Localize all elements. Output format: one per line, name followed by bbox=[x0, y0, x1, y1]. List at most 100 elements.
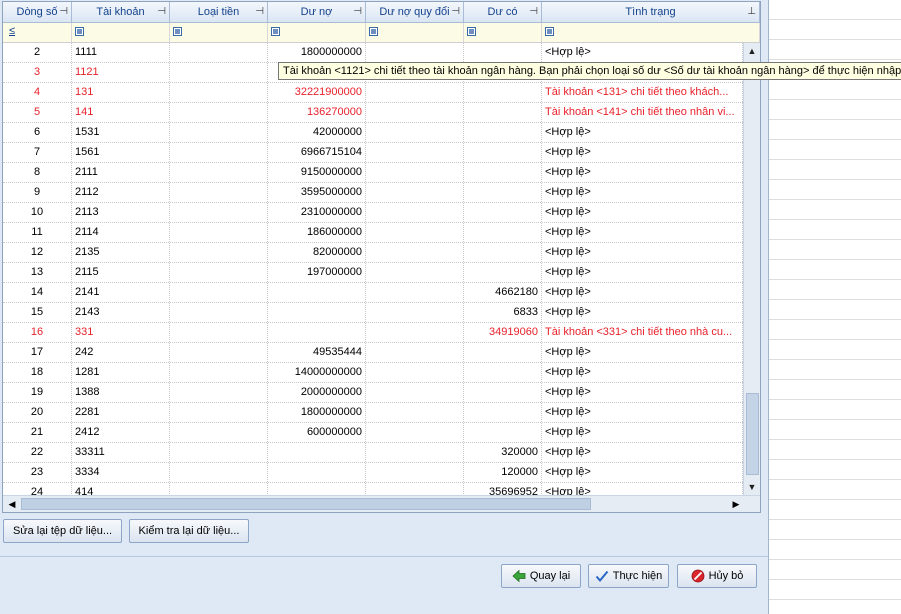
debit-cell[interactable]: 6966715104 bbox=[268, 143, 366, 162]
recheck-data-button[interactable]: Kiểm tra lại dữ liệu... bbox=[129, 519, 249, 543]
debit-cell[interactable]: 14000000000 bbox=[268, 363, 366, 382]
account-cell[interactable]: 2135 bbox=[72, 243, 170, 262]
currency-cell[interactable] bbox=[170, 263, 268, 282]
account-cell[interactable]: 3334 bbox=[72, 463, 170, 482]
row-number[interactable]: 9 bbox=[3, 183, 72, 202]
row-number[interactable]: 21 bbox=[3, 423, 72, 442]
currency-cell[interactable] bbox=[170, 403, 268, 422]
table-row[interactable]: 11 2114 186000000 <Hợp lệ> bbox=[3, 223, 743, 243]
debit-cell[interactable]: 2310000000 bbox=[268, 203, 366, 222]
status-cell[interactable]: Tài khoản <131> chi tiết theo khách... bbox=[542, 83, 743, 102]
table-row[interactable]: 22 33311 320000 <Hợp lệ> bbox=[3, 443, 743, 463]
table-row[interactable]: 21 2412 600000000 <Hợp lệ> bbox=[3, 423, 743, 443]
credit-cell[interactable]: 34919060 bbox=[464, 323, 542, 342]
filter-checkbox-icon[interactable] bbox=[271, 27, 280, 36]
account-cell[interactable]: 1281 bbox=[72, 363, 170, 382]
account-cell[interactable]: 1111 bbox=[72, 43, 170, 62]
scroll-thumb[interactable] bbox=[746, 393, 759, 475]
credit-cell[interactable] bbox=[464, 403, 542, 422]
credit-cell[interactable] bbox=[464, 143, 542, 162]
account-cell[interactable]: 2412 bbox=[72, 423, 170, 442]
row-number[interactable]: 19 bbox=[3, 383, 72, 402]
credit-cell[interactable] bbox=[464, 363, 542, 382]
table-row[interactable]: 24 414 35696952 <Hợp lệ> bbox=[3, 483, 743, 495]
filter-credit[interactable] bbox=[464, 23, 542, 42]
debit-cell[interactable]: 32221900000 bbox=[268, 83, 366, 102]
debit-converted-cell[interactable] bbox=[366, 403, 464, 422]
filter-operator[interactable]: ≤ bbox=[9, 25, 15, 37]
debit-cell[interactable]: 3595000000 bbox=[268, 183, 366, 202]
currency-cell[interactable] bbox=[170, 143, 268, 162]
account-cell[interactable]: 141 bbox=[72, 103, 170, 122]
debit-cell[interactable] bbox=[268, 303, 366, 322]
currency-cell[interactable] bbox=[170, 283, 268, 302]
debit-converted-cell[interactable] bbox=[366, 363, 464, 382]
debit-cell[interactable]: 186000000 bbox=[268, 223, 366, 242]
currency-cell[interactable] bbox=[170, 423, 268, 442]
header-row-number[interactable]: Dòng số ⊣ bbox=[3, 2, 72, 22]
status-cell[interactable]: <Hợp lệ> bbox=[542, 243, 743, 262]
debit-converted-cell[interactable] bbox=[366, 143, 464, 162]
debit-converted-cell[interactable] bbox=[366, 443, 464, 462]
edit-file-button[interactable]: Sửa lại tệp dữ liệu... bbox=[3, 519, 122, 543]
scroll-left-icon[interactable]: ◀ bbox=[5, 496, 19, 512]
debit-converted-cell[interactable] bbox=[366, 383, 464, 402]
debit-cell[interactable] bbox=[268, 283, 366, 302]
table-row[interactable]: 4 131 32221900000 Tài khoản <131> chi tiết … bbox=[3, 83, 743, 103]
account-cell[interactable]: 2281 bbox=[72, 403, 170, 422]
row-number[interactable]: 7 bbox=[3, 143, 72, 162]
pin-icon[interactable]: ⊣ bbox=[353, 2, 362, 22]
filter-currency[interactable] bbox=[170, 23, 268, 42]
row-number[interactable]: 23 bbox=[3, 463, 72, 482]
credit-cell[interactable] bbox=[464, 343, 542, 362]
credit-cell[interactable] bbox=[464, 103, 542, 122]
currency-cell[interactable] bbox=[170, 463, 268, 482]
scroll-down-icon[interactable]: ▼ bbox=[744, 479, 760, 495]
currency-cell[interactable] bbox=[170, 383, 268, 402]
status-cell[interactable]: <Hợp lệ> bbox=[542, 383, 743, 402]
vertical-scrollbar[interactable]: ▲ ▼ bbox=[743, 43, 760, 495]
debit-converted-cell[interactable] bbox=[366, 243, 464, 262]
currency-cell[interactable] bbox=[170, 343, 268, 362]
row-number[interactable]: 4 bbox=[3, 83, 72, 102]
debit-cell[interactable]: 2000000000 bbox=[268, 383, 366, 402]
debit-converted-cell[interactable] bbox=[366, 43, 464, 62]
currency-cell[interactable] bbox=[170, 323, 268, 342]
debit-cell[interactable]: 1800000000 bbox=[268, 403, 366, 422]
status-cell[interactable]: <Hợp lệ> bbox=[542, 463, 743, 482]
debit-cell[interactable]: 1800000000 bbox=[268, 43, 366, 62]
account-cell[interactable]: 2115 bbox=[72, 263, 170, 282]
table-row[interactable]: 12 2135 82000000 <Hợp lệ> bbox=[3, 243, 743, 263]
debit-converted-cell[interactable] bbox=[366, 183, 464, 202]
filter-checkbox-icon[interactable] bbox=[75, 27, 84, 36]
credit-cell[interactable]: 120000 bbox=[464, 463, 542, 482]
debit-converted-cell[interactable] bbox=[366, 103, 464, 122]
credit-cell[interactable] bbox=[464, 223, 542, 242]
table-row[interactable]: 6 1531 42000000 <Hợp lệ> bbox=[3, 123, 743, 143]
status-cell[interactable]: <Hợp lệ> bbox=[542, 443, 743, 462]
table-row[interactable]: 9 2112 3595000000 <Hợp lệ> bbox=[3, 183, 743, 203]
table-row[interactable]: 19 1388 2000000000 <Hợp lệ> bbox=[3, 383, 743, 403]
status-cell[interactable]: <Hợp lệ> bbox=[542, 303, 743, 322]
pin-icon[interactable]: ⊥ bbox=[747, 2, 756, 22]
pin-icon[interactable]: ⊣ bbox=[529, 2, 538, 22]
debit-cell[interactable]: 136270000 bbox=[268, 103, 366, 122]
status-cell[interactable]: <Hợp lệ> bbox=[542, 423, 743, 442]
table-row[interactable]: 8 2111 9150000000 <Hợp lệ> bbox=[3, 163, 743, 183]
header-status[interactable]: Tình trạng ⊥ bbox=[542, 2, 760, 22]
debit-cell[interactable] bbox=[268, 443, 366, 462]
account-cell[interactable]: 1388 bbox=[72, 383, 170, 402]
status-cell[interactable]: <Hợp lệ> bbox=[542, 183, 743, 202]
table-row[interactable]: 16 331 34919060 Tài khoản <331> chi tiết th… bbox=[3, 323, 743, 343]
credit-cell[interactable] bbox=[464, 263, 542, 282]
debit-converted-cell[interactable] bbox=[366, 463, 464, 482]
account-cell[interactable]: 2113 bbox=[72, 203, 170, 222]
currency-cell[interactable] bbox=[170, 43, 268, 62]
debit-cell[interactable]: 49535444 bbox=[268, 343, 366, 362]
header-currency[interactable]: Loại tiền ⊣ bbox=[170, 2, 268, 22]
debit-converted-cell[interactable] bbox=[366, 223, 464, 242]
header-debit-converted[interactable]: Dư nợ quy đổi ⊣ bbox=[366, 2, 464, 22]
row-number[interactable]: 8 bbox=[3, 163, 72, 182]
status-cell[interactable]: <Hợp lệ> bbox=[542, 143, 743, 162]
row-number[interactable]: 2 bbox=[3, 43, 72, 62]
